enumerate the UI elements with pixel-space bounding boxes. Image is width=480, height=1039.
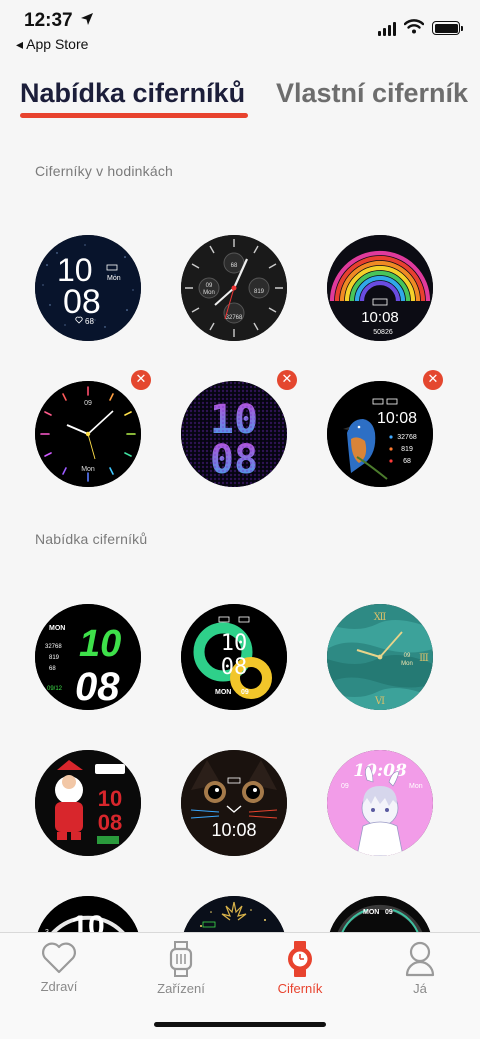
- tab-health-label: Zdraví: [40, 979, 78, 994]
- face15-day: MON: [363, 909, 379, 916]
- face8-day: MON: [215, 689, 231, 696]
- face2-day: Mon: [203, 290, 215, 296]
- face4-day: Mon: [81, 466, 95, 473]
- face2-date: 09: [206, 283, 213, 289]
- watch-face-4[interactable]: 09 Mon: [35, 381, 141, 487]
- watch-face-11[interactable]: 10:08: [181, 750, 287, 856]
- battery-icon: [432, 21, 463, 35]
- face7-kcal: 819: [49, 655, 60, 661]
- watch-face-2[interactable]: 68 09 Mon 819 32768: [181, 235, 287, 341]
- watch-face-1[interactable]: 10 08 Mon 68: [35, 235, 141, 341]
- watch-face-10[interactable]: 10 08: [35, 750, 141, 856]
- watch-face-5[interactable]: 10 08: [181, 381, 287, 487]
- tab-health[interactable]: Zdraví: [9, 941, 109, 994]
- active-tab-indicator: [20, 113, 248, 118]
- face2-kcal: 819: [254, 289, 265, 295]
- face6-time: 10:08: [377, 410, 417, 427]
- heart-icon: [42, 942, 76, 974]
- watch-device-icon: [169, 941, 193, 977]
- status-time: 12:37: [24, 10, 73, 31]
- face7-steps: 32768: [45, 644, 62, 650]
- watch-face-9[interactable]: Ⅻ Ⅲ Ⅵ 09 Mon: [327, 604, 433, 710]
- wifi-icon: [404, 19, 424, 34]
- face7-hr: 68: [49, 666, 56, 672]
- offer-faces-heading: Nabídka ciferníků: [35, 531, 148, 547]
- face10-minute: 08: [98, 810, 122, 835]
- status-bar: 12:37 ◂ App Store: [0, 0, 480, 60]
- watch-face-12[interactable]: 10:08 09 Mon: [327, 750, 433, 856]
- delete-face-6-button[interactable]: ✕: [423, 370, 443, 390]
- face1-hr: 68: [85, 317, 94, 326]
- tab-custom-watch-face[interactable]: Vlastní ciferník: [276, 78, 468, 109]
- top-tabs: Nabídka ciferníků Vlastní ciferník: [20, 78, 480, 122]
- watch-face-3[interactable]: 10:08 50826: [327, 235, 433, 341]
- face6-hr: 68: [403, 458, 411, 465]
- face12-time: 10:08: [353, 761, 407, 781]
- location-arrow-icon: [81, 13, 93, 25]
- face8-minute: 08: [221, 655, 248, 680]
- face10-hour: 10: [98, 786, 122, 811]
- face1-day: Mon: [107, 275, 121, 282]
- face15-date: 09: [385, 909, 393, 916]
- tab-device-label: Zařízení: [157, 981, 205, 996]
- face7-date: 09/12: [47, 686, 63, 692]
- face9-date: 09: [404, 653, 411, 659]
- face12-day: Mon: [409, 783, 423, 790]
- watch-face-8[interactable]: 10 08 MON 09: [181, 604, 287, 710]
- tab-watch-faces[interactable]: Ciferník: [250, 941, 350, 996]
- face1-minute: 08: [63, 283, 101, 321]
- face9-day: Mon: [401, 661, 413, 667]
- tab-me[interactable]: Já: [370, 941, 470, 996]
- tab-watch-face-offer[interactable]: Nabídka ciferníků: [20, 78, 245, 109]
- face6-steps: 32768: [397, 434, 417, 441]
- face11-time: 10:08: [211, 820, 256, 840]
- cellular-signal-icon: [378, 22, 396, 36]
- face6-kcal: 819: [401, 446, 413, 453]
- face7-hour: 10: [79, 623, 121, 665]
- delete-face-4-button[interactable]: ✕: [131, 370, 151, 390]
- face7-minute: 08: [75, 665, 120, 709]
- face3-steps: 50826: [373, 329, 393, 336]
- home-indicator: [154, 1022, 326, 1027]
- face2-steps: 32768: [226, 315, 243, 321]
- face8-date: 09: [241, 689, 249, 696]
- face12-date: 09: [341, 783, 349, 790]
- face3-time: 10:08: [361, 309, 399, 326]
- tab-watch-faces-label: Ciferník: [277, 981, 323, 996]
- face7-day: MON: [49, 625, 65, 632]
- watch-face-7[interactable]: MON 10 08 32768 819 68 09/12: [35, 604, 141, 710]
- face4-date: 09: [84, 400, 92, 407]
- svg-text:Ⅵ: Ⅵ: [374, 696, 385, 707]
- face8-hour: 10: [221, 631, 248, 656]
- tab-device[interactable]: Zařízení: [131, 941, 231, 996]
- profile-icon: [405, 941, 435, 977]
- face2-hr: 68: [231, 263, 238, 269]
- tab-me-label: Já: [413, 981, 427, 996]
- installed-faces-heading: Ciferníky v hodinkách: [35, 163, 174, 179]
- back-to-app-store-link[interactable]: ◂ App Store: [16, 36, 88, 53]
- watch-face-6[interactable]: 10:08 32768 819 68: [327, 381, 433, 487]
- delete-face-5-button[interactable]: ✕: [277, 370, 297, 390]
- svg-text:Ⅻ: Ⅻ: [374, 612, 387, 623]
- svg-text:Ⅲ: Ⅲ: [419, 653, 429, 664]
- watch-face-icon: [288, 941, 312, 977]
